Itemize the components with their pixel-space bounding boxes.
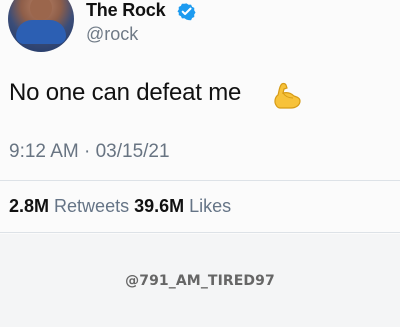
avatar[interactable]	[8, 0, 74, 52]
tweet-stats: 2.8M Retweets 39.6M Likes	[9, 196, 231, 217]
retweets-label: Retweets	[54, 196, 130, 216]
verified-badge-icon	[177, 3, 196, 21]
page: The Rock @rock No one can defeat me 9:12…	[0, 0, 400, 327]
divider	[0, 232, 400, 233]
handle[interactable]: @rock	[86, 24, 138, 45]
retweets-stat[interactable]: 2.8M Retweets	[9, 196, 134, 216]
likes-label: Likes	[189, 196, 232, 216]
tweet-card: The Rock @rock No one can defeat me 9:12…	[0, 0, 400, 234]
watermark: @791_AM_TIRED97	[125, 273, 275, 289]
flexed-biceps-icon	[274, 82, 301, 109]
divider	[0, 180, 400, 181]
retweets-count: 2.8M	[9, 196, 50, 216]
tweet-timestamp[interactable]: 9:12 AM · 03/15/21	[9, 141, 170, 163]
display-name[interactable]: The Rock	[86, 0, 166, 21]
avatar-body	[16, 20, 66, 44]
likes-count: 39.6M	[134, 196, 185, 216]
likes-stat[interactable]: 39.6M Likes	[134, 196, 231, 216]
tweet-text: No one can defeat me	[9, 79, 242, 106]
avatar-head	[30, 0, 52, 20]
